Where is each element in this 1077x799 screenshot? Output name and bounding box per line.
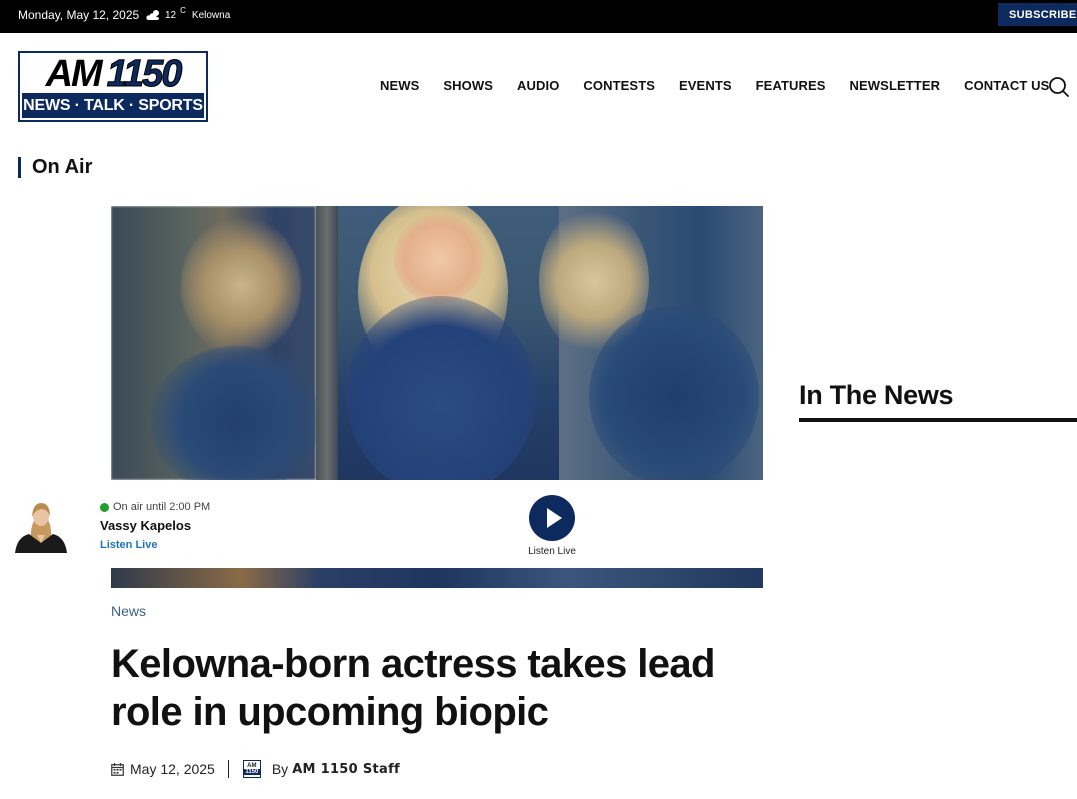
- in-the-news-divider: [799, 418, 1077, 422]
- logo-frequency: 1150: [106, 52, 183, 95]
- hero-panel-left: [111, 206, 321, 480]
- site-logo[interactable]: AM 1150 NEWS · TALK · SPORTS: [18, 51, 208, 122]
- nav-contests[interactable]: CONTESTS: [583, 78, 655, 93]
- hero-panel-right: [539, 206, 763, 480]
- weather-city: Kelowna: [191, 10, 231, 21]
- author-logo-icon: AM 1150: [242, 760, 261, 778]
- author-logo-freq: 1150: [243, 769, 260, 775]
- article-author[interactable]: AM 1150 Staff: [292, 762, 400, 777]
- nav-shows[interactable]: SHOWS: [443, 78, 493, 93]
- temperature-unit: C: [180, 6, 186, 15]
- hero-image-bottom: [111, 568, 763, 588]
- article-headline: Kelowna-born actress takes lead role in …: [111, 642, 715, 734]
- logo-am: AM: [45, 52, 103, 95]
- nav-contact-us[interactable]: CONTACT US: [964, 78, 1049, 93]
- nav-features[interactable]: FEATURES: [756, 78, 826, 93]
- search-button[interactable]: [1048, 76, 1070, 98]
- hero-image[interactable]: [111, 206, 763, 480]
- nav-events[interactable]: EVENTS: [679, 78, 732, 93]
- cloud-sun-icon: [146, 10, 160, 20]
- meta-divider: [227, 760, 229, 778]
- nav-news[interactable]: NEWS: [380, 78, 419, 93]
- listen-live-link[interactable]: Listen Live: [100, 539, 157, 551]
- current-date: Monday, May 12, 2025: [18, 8, 140, 22]
- main-nav: NEWS SHOWS AUDIO CONTESTS EVENTS FEATURE…: [380, 78, 1049, 93]
- on-air-status-text: On air until 2:00 PM: [113, 501, 211, 513]
- hero-panel-center: [316, 206, 559, 480]
- article-meta: May 12, 2025 AM 1150 By AM 1150 Staff: [111, 760, 400, 778]
- calendar-icon: [111, 762, 124, 776]
- logo-wordmark: AM 1150: [22, 52, 204, 95]
- on-air-heading: On Air: [18, 157, 92, 178]
- weather-widget: 12 C Kelowna: [146, 6, 231, 21]
- play-button[interactable]: [529, 495, 575, 541]
- search-icon: [1049, 77, 1069, 97]
- byline-prefix: By: [271, 761, 289, 777]
- temperature: 12: [165, 10, 177, 21]
- host-name: Vassy Kapelos: [100, 518, 192, 533]
- article-date: May 12, 2025: [130, 761, 215, 777]
- nav-audio[interactable]: AUDIO: [517, 78, 559, 93]
- nav-newsletter[interactable]: NEWSLETTER: [850, 78, 941, 93]
- play-icon: [547, 508, 562, 528]
- in-the-news-heading: In The News: [799, 380, 954, 410]
- top-bar: Monday, May 12, 2025 12 C Kelowna SUBSCR…: [0, 0, 1077, 33]
- logo-tagline: NEWS · TALK · SPORTS: [22, 93, 204, 118]
- live-indicator-icon: [100, 502, 109, 512]
- article-category[interactable]: News: [111, 603, 146, 619]
- on-air-status: On air until 2:00 PM: [100, 501, 210, 513]
- host-avatar: [11, 499, 70, 553]
- subscribe-button[interactable]: SUBSCRIBE: [998, 3, 1077, 26]
- play-button-label: Listen Live: [528, 546, 576, 557]
